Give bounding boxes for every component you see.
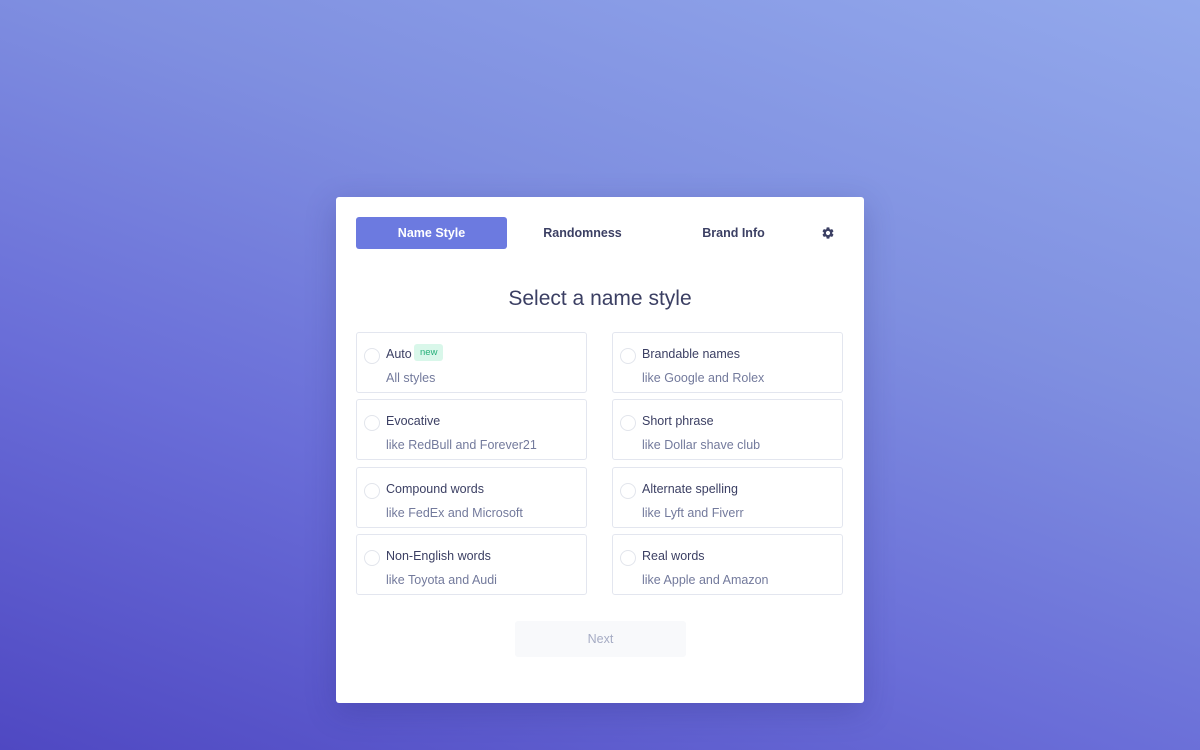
tab-bar: Name Style Randomness Brand Info: [356, 217, 844, 249]
tab-brand-info[interactable]: Brand Info: [658, 217, 809, 249]
option-non-english-words[interactable]: Non-English words like Toyota and Audi: [356, 534, 587, 595]
option-description: like FedEx and Microsoft: [386, 506, 523, 520]
option-label: Short phrase: [642, 414, 714, 428]
radio-button[interactable]: [620, 550, 636, 566]
page-title: Select a name style: [508, 287, 692, 310]
option-label: Brandable names: [642, 347, 740, 361]
option-label: Evocative: [386, 414, 441, 428]
radio-button[interactable]: [620, 483, 636, 499]
option-brandable-names[interactable]: Brandable names like Google and Rolex: [612, 332, 843, 393]
new-badge: new: [414, 344, 444, 361]
tab-name-style[interactable]: Name Style: [356, 217, 507, 249]
option-label: Compound words: [386, 482, 484, 496]
next-button[interactable]: Next: [515, 621, 686, 657]
name-style-card: Name Style Randomness Brand Info Select …: [336, 197, 864, 703]
option-description: like Google and Rolex: [642, 371, 765, 385]
radio-button[interactable]: [364, 483, 380, 499]
gear-icon[interactable]: [818, 223, 838, 243]
option-label: Alternate spelling: [642, 482, 738, 496]
option-label: Auto: [386, 347, 412, 361]
option-alternate-spelling[interactable]: Alternate spelling like Lyft and Fiverr: [612, 467, 843, 528]
option-label: Real words: [642, 549, 705, 563]
option-auto[interactable]: Auto new All styles: [356, 332, 587, 393]
option-description: like Lyft and Fiverr: [642, 506, 744, 520]
option-real-words[interactable]: Real words like Apple and Amazon: [612, 534, 843, 595]
option-description: like Apple and Amazon: [642, 573, 769, 587]
option-description: like Toyota and Audi: [386, 573, 497, 587]
option-short-phrase[interactable]: Short phrase like Dollar shave club: [612, 399, 843, 460]
option-description: All styles: [386, 371, 436, 385]
option-compound-words[interactable]: Compound words like FedEx and Microsoft: [356, 467, 587, 528]
option-evocative[interactable]: Evocative like RedBull and Forever21: [356, 399, 587, 460]
option-description: like RedBull and Forever21: [386, 438, 537, 452]
radio-button[interactable]: [364, 550, 380, 566]
radio-button[interactable]: [620, 415, 636, 431]
tab-randomness[interactable]: Randomness: [507, 217, 658, 249]
radio-button[interactable]: [620, 348, 636, 364]
radio-button[interactable]: [364, 415, 380, 431]
option-label: Non-English words: [386, 549, 491, 563]
option-description: like Dollar shave club: [642, 438, 761, 452]
radio-button[interactable]: [364, 348, 380, 364]
